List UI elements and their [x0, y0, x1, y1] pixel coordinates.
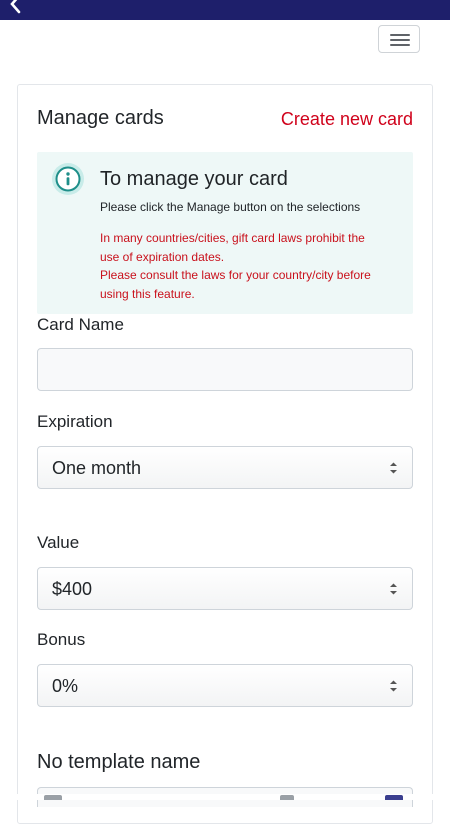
bonus-label: Bonus: [37, 630, 86, 649]
info-alert: To manage your card Please click the Man…: [37, 152, 413, 314]
select-caret-icon: [390, 680, 397, 692]
hamburger-menu-icon: [390, 39, 410, 41]
select-caret-icon: [390, 583, 397, 595]
tab-bar-icon[interactable]: [280, 795, 294, 800]
tab-bar-icon[interactable]: [385, 795, 403, 800]
info-circle-icon: [52, 163, 84, 195]
expiration-value: One month: [52, 458, 142, 478]
bonus-select[interactable]: 0%: [37, 664, 413, 707]
bonus-value: 0%: [52, 676, 79, 696]
hamburger-menu-icon: [390, 44, 410, 46]
expiration-label: Expiration: [37, 412, 113, 431]
tab-bar-icon[interactable]: [44, 795, 62, 800]
warning-line: use of expiration dates.: [100, 249, 225, 264]
expiration-law-warning: In many countries/cities, gift card laws…: [100, 229, 405, 303]
page-title: Manage cards: [37, 107, 164, 129]
warning-line: In many countries/cities, gift card laws…: [100, 231, 365, 245]
value-amount: $400: [52, 579, 93, 599]
hamburger-menu-button[interactable]: [378, 25, 420, 53]
bottom-tab-bar: [0, 794, 450, 800]
value-label: Value: [37, 533, 80, 552]
create-new-card-link[interactable]: Create new card: [281, 109, 413, 130]
value-select[interactable]: $400: [37, 567, 413, 610]
warning-line: using this feature.: [100, 286, 195, 301]
info-title: To manage your card: [100, 168, 288, 190]
hamburger-menu-icon: [390, 34, 410, 36]
chevron-left-icon[interactable]: [6, 0, 26, 14]
select-caret-icon: [390, 462, 397, 474]
warning-line: Please consult the laws for your country…: [100, 268, 371, 282]
info-subtitle: Please click the Manage button on the se…: [100, 200, 361, 214]
expiration-select[interactable]: One month: [37, 446, 413, 489]
card-name-label: Card Name: [37, 315, 124, 334]
top-nav-bar: [0, 0, 450, 20]
card-name-input[interactable]: [37, 348, 413, 391]
template-name-heading: No template name: [37, 751, 201, 773]
